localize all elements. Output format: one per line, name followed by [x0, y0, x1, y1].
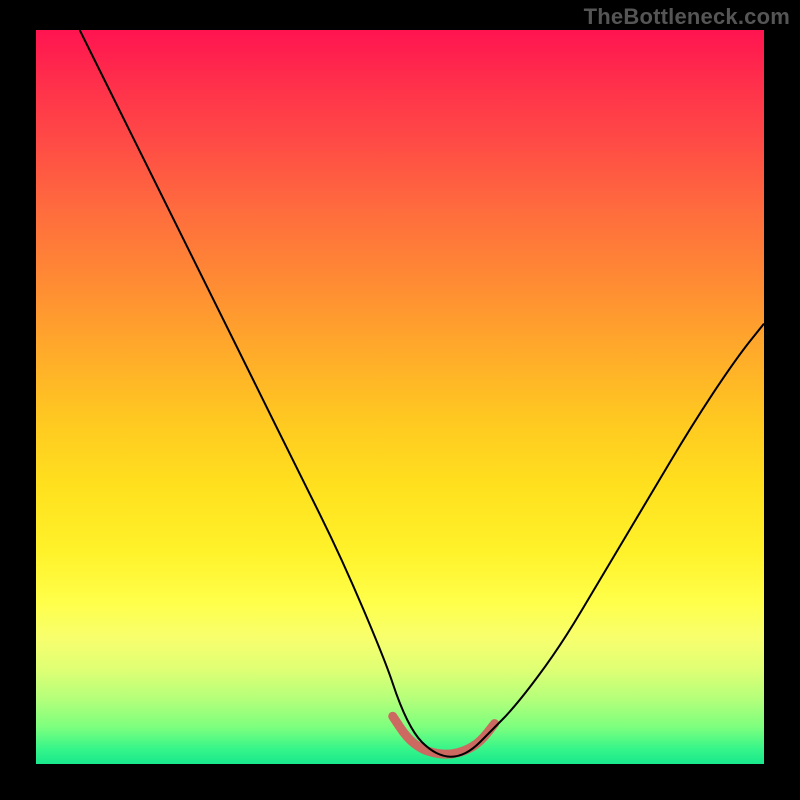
plot-area — [36, 30, 764, 764]
watermark-text: TheBottleneck.com — [584, 4, 790, 30]
chart-frame: TheBottleneck.com — [0, 0, 800, 800]
curve-layer — [36, 30, 764, 764]
bottleneck-curve — [80, 30, 764, 757]
